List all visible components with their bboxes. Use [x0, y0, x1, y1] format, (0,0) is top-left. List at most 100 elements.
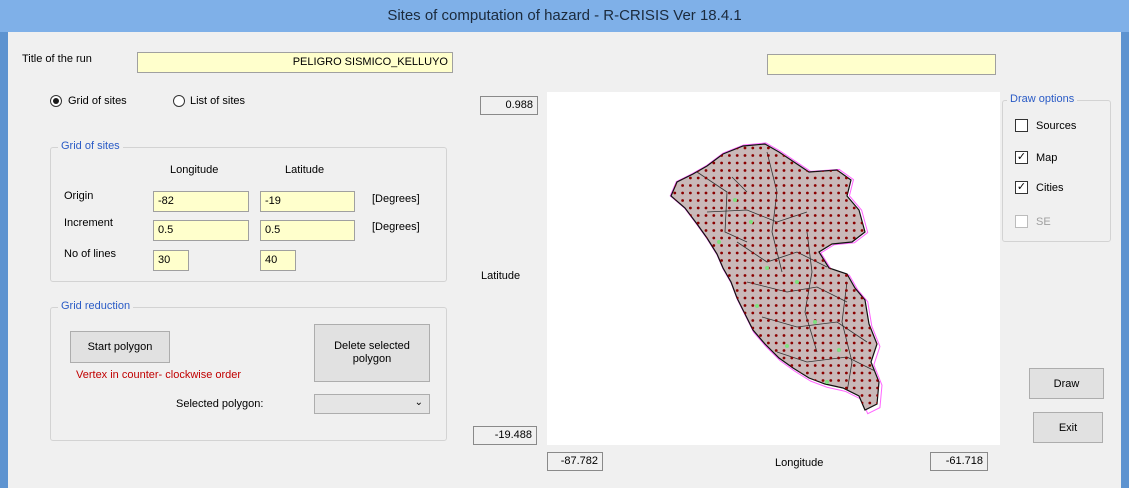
site-point [876, 191, 879, 195]
site-point [829, 349, 833, 352]
site-point [845, 244, 848, 247]
site-point [751, 184, 755, 187]
site-point [806, 349, 809, 352]
site-point [790, 206, 794, 210]
site-point [845, 184, 848, 187]
origin-latitude-input[interactable]: -19 [260, 191, 355, 212]
site-point [666, 282, 669, 285]
site-point [696, 364, 700, 367]
site-point [837, 199, 840, 202]
delete-polygon-button[interactable]: Delete selected polygon [314, 324, 430, 382]
site-point [806, 229, 809, 232]
list-of-sites-radio[interactable] [173, 95, 185, 107]
map-canvas[interactable] [547, 92, 1000, 445]
site-point [689, 326, 692, 330]
site-point [743, 379, 747, 382]
grid-of-sites-radio[interactable] [50, 95, 62, 107]
run-title-input[interactable]: PELIGRO SISMICO_KELLUYO [137, 52, 453, 73]
site-point [743, 259, 747, 262]
site-point [681, 326, 684, 330]
site-point [673, 394, 677, 397]
site-point [735, 311, 739, 315]
origin-longitude-input[interactable]: -82 [153, 191, 249, 212]
site-point [868, 184, 872, 187]
site-point [852, 274, 856, 277]
site-point [759, 356, 762, 360]
site-point [689, 206, 692, 210]
site-point [704, 296, 708, 300]
site-point [696, 379, 700, 382]
site-point [876, 274, 879, 277]
site-point [767, 176, 770, 180]
lines-longitude-input[interactable]: 30 [153, 250, 189, 271]
site-point [774, 349, 778, 352]
site-point [767, 236, 770, 240]
site-point [860, 199, 864, 202]
site-point [759, 386, 762, 390]
lines-latitude-input[interactable]: 40 [260, 250, 296, 271]
start-polygon-button[interactable]: Start polygon [70, 331, 170, 363]
site-point [790, 274, 794, 277]
site-point [743, 206, 747, 210]
selected-polygon-dropdown[interactable]: ⌄ [314, 394, 430, 414]
draw-button[interactable]: Draw [1029, 368, 1104, 399]
site-point [720, 304, 723, 307]
site-point [666, 252, 669, 255]
site-point [673, 326, 677, 330]
site-point [728, 251, 731, 255]
site-point [712, 289, 716, 292]
site-point [790, 146, 794, 150]
site-point [860, 334, 864, 337]
site-point [759, 334, 762, 337]
sources-checkbox[interactable] [1015, 119, 1028, 132]
increment-latitude-input[interactable]: 0.5 [260, 220, 355, 241]
site-point [852, 356, 856, 360]
site-point [720, 386, 723, 390]
cities-checkbox[interactable]: ✓ [1015, 181, 1028, 194]
site-point [837, 214, 840, 217]
site-point [845, 236, 848, 240]
site-point [774, 379, 778, 382]
site-point [712, 409, 716, 410]
site-point [673, 334, 677, 337]
site-point [837, 304, 840, 307]
site-point [673, 244, 677, 247]
site-point [790, 221, 794, 225]
site-point [829, 341, 833, 345]
draw-options-title: Draw options [1007, 93, 1078, 105]
site-point [829, 146, 833, 150]
site-point [681, 244, 684, 247]
increment-longitude-input[interactable]: 0.5 [153, 220, 249, 241]
site-point [767, 326, 770, 330]
site-point [774, 281, 778, 285]
site-point [751, 146, 755, 150]
site-point [821, 176, 825, 180]
site-point [774, 394, 778, 397]
site-point [782, 296, 786, 300]
site-point [829, 236, 833, 240]
site-point [767, 401, 770, 405]
site-point [860, 176, 864, 180]
site-point [681, 154, 684, 157]
site-point [845, 214, 848, 217]
site-point [813, 334, 817, 337]
site-point [751, 349, 755, 352]
map-checkbox[interactable]: ✓ [1015, 151, 1028, 164]
site-point [735, 214, 739, 217]
site-point [728, 349, 731, 352]
site-point [860, 184, 864, 187]
site-point [868, 176, 872, 180]
site-point [837, 206, 840, 210]
site-point [837, 394, 840, 397]
site-point [743, 191, 747, 195]
site-point [728, 379, 731, 382]
run-secondary-input[interactable] [767, 54, 996, 75]
city-marker [755, 304, 759, 308]
site-point [813, 289, 817, 292]
site-point [712, 326, 716, 330]
exit-button[interactable]: Exit [1033, 412, 1103, 443]
site-point [860, 169, 864, 172]
site-point [751, 169, 755, 172]
site-point [813, 221, 817, 225]
site-point [837, 259, 840, 262]
